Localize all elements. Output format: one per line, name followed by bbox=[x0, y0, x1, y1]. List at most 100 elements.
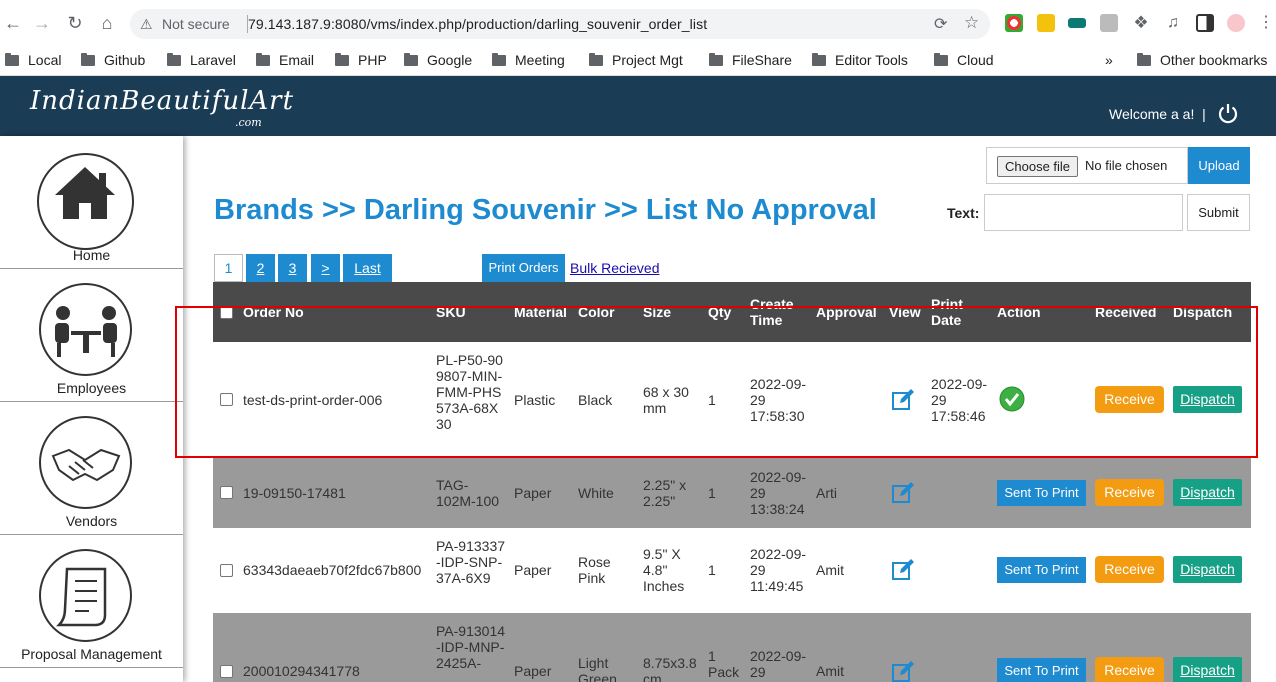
page-1[interactable]: 1 bbox=[214, 254, 243, 282]
bookmark-editor-tools[interactable]: Editor Tools bbox=[812, 49, 908, 71]
chrome-extension-icon[interactable] bbox=[1005, 14, 1023, 32]
home-icon[interactable]: ⌂ bbox=[96, 12, 118, 34]
edit-icon[interactable] bbox=[891, 660, 915, 682]
order-no: 63343daeaeb70f2fdc67b800 bbox=[243, 562, 422, 578]
profile-avatar[interactable] bbox=[1227, 14, 1245, 32]
vendors-handshake-icon bbox=[39, 416, 132, 509]
folder-icon bbox=[812, 52, 826, 66]
sent-to-print-button[interactable]: Sent To Print bbox=[997, 480, 1086, 506]
profile-extension-icon[interactable] bbox=[1100, 14, 1118, 32]
share-icon[interactable]: ⟳ bbox=[934, 14, 947, 34]
page-next[interactable]: > bbox=[311, 254, 340, 282]
dispatch-button[interactable]: Dispatch bbox=[1173, 479, 1242, 506]
site-logo-suffix: .com bbox=[235, 116, 262, 129]
highlight-box bbox=[175, 306, 1258, 458]
folder-icon bbox=[492, 52, 506, 66]
size: 2.25" x 2.25" bbox=[643, 477, 687, 509]
edit-icon[interactable] bbox=[891, 481, 915, 505]
receive-button[interactable]: Receive bbox=[1095, 479, 1164, 506]
side-panel-icon[interactable] bbox=[1196, 14, 1214, 32]
welcome-text: Welcome a a! | bbox=[1109, 106, 1206, 122]
bookmark-fileshare[interactable]: FileShare bbox=[709, 49, 792, 71]
row-checkbox[interactable] bbox=[220, 486, 233, 499]
qty: 1 bbox=[708, 485, 716, 501]
puzzle-extensions-icon[interactable]: ❖ bbox=[1132, 14, 1150, 32]
sidebar-item-home[interactable]: Home bbox=[0, 136, 183, 269]
other-bookmarks[interactable]: Other bookmarks bbox=[1137, 49, 1267, 71]
bookmark-project-mgt[interactable]: Project Mgt bbox=[589, 49, 683, 71]
bookmark-laravel[interactable]: Laravel bbox=[167, 49, 236, 71]
receive-button[interactable]: Receive bbox=[1095, 556, 1164, 583]
create-time: 2022-09-29 13:38:24 bbox=[750, 469, 807, 517]
bookmarks-bar: Local Github Laravel Email PHP Google Me… bbox=[0, 44, 1276, 76]
approval: Arti bbox=[816, 485, 837, 501]
edit-icon[interactable] bbox=[891, 558, 915, 582]
color: Rose Pink bbox=[578, 554, 611, 586]
proposal-document-icon bbox=[39, 549, 132, 642]
color: White bbox=[578, 485, 614, 501]
security-label: Not secure bbox=[162, 16, 230, 32]
order-no: 19-09150-17481 bbox=[243, 485, 346, 501]
back-icon[interactable]: ← bbox=[2, 12, 24, 34]
browser-toolbar: ← → ↻ ⌂ ⚠ Not secure 79.143.187.9:8080/v… bbox=[0, 0, 1276, 44]
folder-icon bbox=[934, 52, 948, 66]
sidebar-item-proposal-management[interactable]: Proposal Management bbox=[0, 535, 183, 668]
warning-icon: ⚠ bbox=[140, 16, 153, 32]
material: Paper bbox=[514, 485, 552, 501]
page-title: Brands >> Darling Souvenir >> List No Ap… bbox=[214, 194, 877, 226]
file-status: No file chosen bbox=[1085, 158, 1168, 173]
page-last[interactable]: Last bbox=[343, 254, 392, 282]
dispatch-button[interactable]: Dispatch bbox=[1173, 657, 1242, 682]
home-house-icon bbox=[37, 153, 134, 250]
receive-button[interactable]: Receive bbox=[1095, 657, 1164, 682]
page-3[interactable]: 3 bbox=[278, 254, 307, 282]
menu-kebab-icon[interactable]: ⋮ bbox=[1257, 14, 1275, 32]
bulk-received-link[interactable]: Bulk Recieved bbox=[570, 260, 660, 276]
sidebar-item-employees[interactable]: Employees bbox=[0, 269, 183, 402]
qty: 1 bbox=[708, 562, 716, 578]
folder-icon bbox=[1137, 52, 1151, 66]
submit-button[interactable]: Submit bbox=[1187, 194, 1250, 231]
bookmark-email[interactable]: Email bbox=[256, 49, 314, 71]
bookmark-php[interactable]: PHP bbox=[335, 49, 387, 71]
qty: 1 Pack of bbox=[708, 648, 740, 682]
folder-icon bbox=[709, 52, 723, 66]
bookmark-star-icon[interactable]: ☆ bbox=[964, 13, 979, 33]
text-search-input[interactable] bbox=[984, 194, 1183, 231]
power-logout-icon[interactable] bbox=[1217, 102, 1239, 124]
folder-icon bbox=[256, 52, 270, 66]
reload-icon[interactable]: ↻ bbox=[64, 12, 86, 34]
row-checkbox[interactable] bbox=[220, 564, 233, 577]
tab-extension-icon[interactable] bbox=[1068, 18, 1086, 28]
order-no: 200010294341778 bbox=[243, 663, 360, 679]
material: Paper bbox=[514, 663, 552, 679]
bookmark-local[interactable]: Local bbox=[5, 49, 61, 71]
size: 9.5" X 4.8" Inches bbox=[643, 546, 685, 594]
page-2[interactable]: 2 bbox=[246, 254, 275, 282]
choose-file-button[interactable]: Choose file bbox=[997, 156, 1079, 177]
sent-to-print-button[interactable]: Sent To Print bbox=[997, 658, 1086, 682]
bookmark-github[interactable]: Github bbox=[81, 49, 145, 71]
sent-to-print-button[interactable]: Sent To Print bbox=[997, 557, 1086, 583]
upload-button[interactable]: Upload bbox=[1188, 147, 1250, 184]
bookmark-meeting[interactable]: Meeting bbox=[492, 49, 565, 71]
bookmarks-overflow[interactable]: » bbox=[1105, 49, 1113, 71]
row-checkbox[interactable] bbox=[220, 665, 233, 678]
folder-icon bbox=[81, 52, 95, 66]
address-bar[interactable]: ⚠ Not secure 79.143.187.9:8080/vms/index… bbox=[130, 9, 990, 39]
media-icon[interactable]: ♫ bbox=[1164, 14, 1182, 32]
url-text[interactable]: 79.143.187.9:8080/vms/index.php/producti… bbox=[248, 16, 707, 32]
bookmark-cloud[interactable]: Cloud bbox=[934, 49, 994, 71]
sidebar-label-home: Home bbox=[72, 247, 111, 263]
folder-icon bbox=[167, 52, 181, 66]
bookmark-google[interactable]: Google bbox=[404, 49, 472, 71]
sidebar-item-vendors[interactable]: Vendors bbox=[0, 402, 183, 535]
print-orders-button[interactable]: Print Orders bbox=[482, 254, 565, 282]
dispatch-button[interactable]: Dispatch bbox=[1173, 556, 1242, 583]
download-extension-icon[interactable] bbox=[1037, 14, 1055, 32]
file-input[interactable]: Choose file No file chosen bbox=[986, 147, 1188, 184]
folder-icon bbox=[5, 52, 19, 66]
sidebar-nav: Home Employees Vendors Proposal Manageme… bbox=[0, 136, 183, 682]
site-logo[interactable]: IndianBeautifulArt bbox=[30, 86, 294, 116]
forward-icon[interactable]: → bbox=[31, 12, 53, 34]
